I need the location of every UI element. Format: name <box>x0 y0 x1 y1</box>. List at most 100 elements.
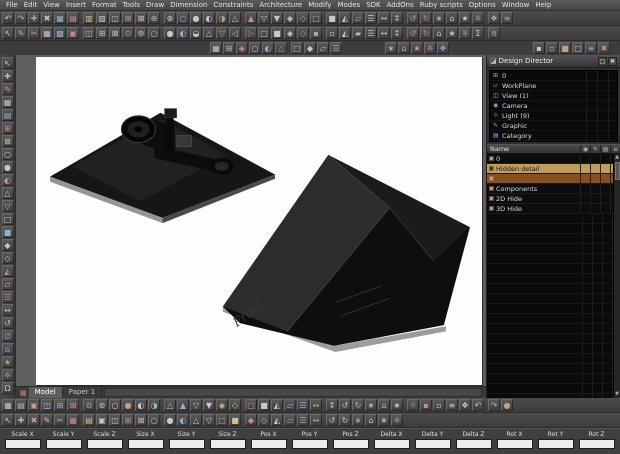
toolbar-icon[interactable]: ⊞ <box>223 42 235 54</box>
layer-attribute-cell[interactable] <box>590 174 600 183</box>
tool-icon[interactable]: ∅ <box>2 330 14 342</box>
name-column-header[interactable]: Name <box>487 145 580 153</box>
status-input[interactable] <box>415 439 451 449</box>
toolbar-icon[interactable]: △ <box>275 42 287 54</box>
toolbar-icon[interactable]: ↔ <box>310 399 322 411</box>
toolbar-icon[interactable]: ▦ <box>210 42 222 54</box>
layer-row[interactable]: ▣ 0 <box>487 154 620 164</box>
menu-item[interactable]: File <box>3 1 21 9</box>
status-input[interactable] <box>87 439 123 449</box>
toolbar-icon[interactable]: ◐ <box>177 414 189 426</box>
3d-viewport[interactable]: Front <box>36 57 482 385</box>
toolbar-icon[interactable]: ◇ <box>258 414 270 426</box>
toolbar-icon[interactable]: ∗ <box>352 414 364 426</box>
toolbar-icon[interactable]: ↶ <box>472 399 484 411</box>
toolbar-icon[interactable]: ◈ <box>236 42 248 54</box>
toolbar-icon[interactable]: ▽ <box>190 399 202 411</box>
toolbar-icon[interactable]: ⊠ <box>109 27 121 39</box>
tool-icon[interactable]: ⊞ <box>2 122 14 134</box>
toolbar-icon[interactable]: ▦ <box>54 12 66 24</box>
toolbar-icon[interactable]: ☼ <box>472 12 484 24</box>
toolbar-icon[interactable]: ⊠ <box>67 399 79 411</box>
toolbar-icon[interactable]: ▤ <box>15 399 27 411</box>
layer-attribute-cell[interactable] <box>600 194 610 203</box>
menu-item[interactable]: Edit <box>21 1 41 9</box>
toolbar-icon[interactable]: ▥ <box>83 12 95 24</box>
tool-icon[interactable]: ↺ <box>2 317 14 329</box>
toolbar-icon[interactable]: ⊠ <box>135 414 147 426</box>
tree-item[interactable]: ✎ Graphic <box>490 121 617 131</box>
toolbar-icon[interactable]: ↕ <box>326 399 338 411</box>
drawing-page[interactable]: Front <box>36 57 482 385</box>
tool-icon[interactable]: ◭ <box>2 265 14 277</box>
status-input[interactable] <box>497 439 533 449</box>
toolbar-icon[interactable]: ⊞ <box>122 12 134 24</box>
menu-item[interactable]: SDK <box>363 1 383 9</box>
tool-icon[interactable]: ✎ <box>2 83 14 95</box>
toolbar-icon[interactable]: ◆ <box>216 399 228 411</box>
toolbar-icon[interactable]: ✖ <box>41 12 53 24</box>
toolbar-icon[interactable]: π <box>488 27 500 39</box>
layer-attribute-cell[interactable] <box>590 204 600 213</box>
tree-item[interactable]: ⊞ 0 <box>490 71 617 81</box>
toolbar-icon[interactable]: ☰ <box>297 399 309 411</box>
toolbar-icon[interactable]: ∗ <box>365 399 377 411</box>
tree-item[interactable]: ◉ Camera <box>490 101 617 111</box>
toolbar-icon[interactable]: ⊞ <box>54 399 66 411</box>
tool-icon[interactable]: ✚ <box>2 70 14 82</box>
scroll-down-icon[interactable]: ▼ <box>615 391 619 398</box>
layer-attribute-cell[interactable] <box>600 184 610 193</box>
tree-item[interactable]: ▤ Category <box>490 131 617 141</box>
panel-button-icon[interactable]: ✖ <box>608 57 617 66</box>
toolbar-icon[interactable]: ◫ <box>83 27 95 39</box>
toolbar-icon[interactable]: ◭ <box>271 399 283 411</box>
toolbar-icon[interactable]: ↖ <box>2 27 14 39</box>
tool-icon[interactable]: ▽ <box>2 200 14 212</box>
toolbar-icon[interactable]: ▫ <box>326 27 338 39</box>
toolbar-icon[interactable]: ■ <box>326 12 338 24</box>
layer-attribute-cell[interactable] <box>580 194 590 203</box>
toolbar-icon[interactable]: ☼ <box>459 27 471 39</box>
toolbar-icon[interactable]: ◇ <box>229 399 241 411</box>
toolbar-icon[interactable]: ▼ <box>271 12 283 24</box>
toolbar-icon[interactable]: ≡ <box>501 12 513 24</box>
sheet-tab[interactable]: Model <box>29 387 63 398</box>
tool-icon[interactable]: ☰ <box>2 291 14 303</box>
toolbar-icon[interactable]: ▤ <box>83 414 95 426</box>
toolbar-icon[interactable]: ▤ <box>67 12 79 24</box>
status-input[interactable] <box>333 439 369 449</box>
column-header-icon[interactable]: ◉ <box>580 145 590 153</box>
toolbar-icon[interactable]: □ <box>216 414 228 426</box>
tree-item[interactable]: ▱ WorkPlane <box>490 81 617 91</box>
toolbar-icon[interactable]: ★ <box>446 27 458 39</box>
toolbar-icon[interactable]: ■ <box>229 414 241 426</box>
toolbar-icon[interactable]: ☰ <box>297 414 309 426</box>
horizontal-scrollbar[interactable] <box>104 388 482 397</box>
toolbar-icon[interactable]: ↻ <box>352 399 364 411</box>
toolbar-icon[interactable]: ☰ <box>330 42 342 54</box>
toolbar-icon[interactable]: ■ <box>271 27 283 39</box>
toolbar-icon[interactable]: ✖ <box>28 414 40 426</box>
toolbar-icon[interactable]: ✎ <box>15 27 27 39</box>
toolbar-icon[interactable]: ✚ <box>28 12 40 24</box>
scroll-up-icon[interactable]: ▲ <box>615 154 619 161</box>
tool-icon[interactable]: ▱ <box>2 278 14 290</box>
toolbar-icon[interactable]: ↔ <box>378 27 390 39</box>
toolbar-icon[interactable]: ❖ <box>488 12 500 24</box>
toolbar-icon[interactable]: ★ <box>411 42 423 54</box>
toolbar-icon[interactable]: ▫ <box>433 399 445 411</box>
tool-icon[interactable]: ◇ <box>2 252 14 264</box>
toolbar-icon[interactable]: ▨ <box>96 12 108 24</box>
toolbar-icon[interactable]: ↺ <box>407 12 419 24</box>
toolbar-icon[interactable]: ⊠ <box>135 12 147 24</box>
toolbar-icon[interactable]: □ <box>310 12 322 24</box>
layer-row[interactable]: ▣ Hidden detail <box>487 164 620 174</box>
toolbar-icon[interactable]: ☰ <box>365 27 377 39</box>
toolbar-icon[interactable]: ● <box>164 414 176 426</box>
toolbar-icon[interactable]: ▪ <box>533 42 545 54</box>
layer-attribute-cell[interactable] <box>580 204 590 213</box>
toolbar-icon[interactable]: ↻ <box>420 27 432 39</box>
toolbar-icon[interactable]: ▲ <box>245 12 257 24</box>
toolbar-icon[interactable]: ◐ <box>135 399 147 411</box>
toolbar-icon[interactable]: ▱ <box>284 414 296 426</box>
